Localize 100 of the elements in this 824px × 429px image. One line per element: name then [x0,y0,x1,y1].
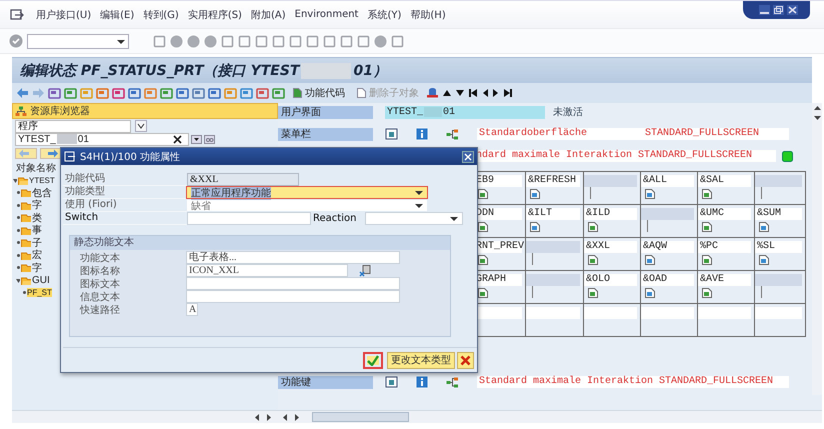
tool-icon[interactable] [256,86,269,100]
expand-arrow-icon[interactable] [12,176,17,184]
function-code[interactable]: %PC [698,241,751,253]
scroll-down-icon[interactable] [814,115,820,121]
tool-icon[interactable] [240,86,253,100]
dropdown-icon[interactable] [191,134,202,144]
function-icon[interactable] [477,221,489,233]
tool-icon[interactable] [192,86,205,100]
function-code[interactable]: &SAL [698,175,751,187]
function-icon[interactable] [644,188,656,200]
scroll-right-icon[interactable] [294,414,300,420]
tree-item[interactable]: YTEST [12,174,55,186]
dropdown-icon[interactable] [117,38,125,44]
function-icon[interactable] [529,188,541,200]
function-icon[interactable] [587,221,599,233]
object-name-field[interactable]: YTEST_ 01 [15,132,189,146]
glasses-icon[interactable] [204,134,215,144]
info-icon[interactable] [416,128,428,140]
tree-item[interactable]: 宏 [12,249,42,262]
function-code[interactable]: &ILT [526,208,580,220]
menu-icon[interactable] [10,8,24,20]
object-type-dropdown[interactable]: 程序 [15,120,131,132]
text-field[interactable] [186,290,400,303]
menu-item[interactable]: 用户接口(U) [36,8,92,22]
text-field[interactable]: Standard maximale Interaktion STANDARD_FULLSCREEN [477,376,789,388]
tool-icon[interactable] [160,86,173,100]
function-code[interactable]: &ILD [584,208,637,220]
tree-item[interactable]: 子 [12,236,42,249]
function-code[interactable]: &ALL [641,175,694,187]
tool-icon[interactable] [176,86,189,100]
hat-icon[interactable] [426,87,439,99]
scroll-thumb[interactable] [312,412,409,422]
toolbar-button[interactable]: 功能代码 [288,86,349,100]
menu-item[interactable]: 实用程序(S) [188,8,242,22]
menu-item[interactable]: 帮助(H) [410,8,446,22]
function-icon[interactable] [587,287,599,299]
close-icon[interactable] [462,150,474,162]
confirm-button[interactable] [363,352,383,368]
previous-icon[interactable] [481,88,489,98]
minimize-icon[interactable] [759,5,770,15]
tool-icon[interactable] [272,86,285,100]
tool-icon[interactable] [96,86,109,100]
clear-icon[interactable] [173,134,182,144]
menu-item[interactable]: Environment [294,9,358,20]
command-field[interactable] [27,34,129,48]
tool-icon[interactable] [144,86,157,100]
function-icon[interactable] [701,287,713,299]
tree-item[interactable]: 字 [12,262,42,274]
tree-item[interactable]: 包含 [12,186,52,199]
menu-item[interactable]: 附加(A) [250,8,286,22]
scroll-up-icon[interactable] [814,105,820,111]
hierarchy-icon[interactable] [446,376,459,388]
dropdown-icon[interactable] [450,216,458,222]
horizontal-scrollbar[interactable] [278,410,822,423]
function-code[interactable]: &OAD [641,274,694,286]
first-page-icon[interactable] [468,88,478,98]
tool-icon[interactable] [208,86,221,100]
function-icon[interactable] [477,287,489,299]
expand-arrow-icon[interactable] [15,276,20,284]
function-icon[interactable] [701,254,713,266]
tree-item[interactable]: 类 [12,212,42,224]
function-icon[interactable] [758,254,770,266]
scroll-left-icon[interactable] [254,414,260,420]
hierarchy-icon[interactable] [446,128,459,140]
tool-icon[interactable] [112,86,125,100]
tree-item[interactable]: 事 [12,224,42,236]
info-icon[interactable] [416,376,428,388]
check-icon[interactable] [9,34,23,48]
tool-icon[interactable] [48,86,61,100]
menu-item[interactable]: 编辑(E) [100,8,134,22]
function-icon[interactable] [644,254,656,266]
frame-icon[interactable] [385,376,398,388]
function-icon[interactable] [477,254,489,266]
menu-item[interactable]: 系统(Y) [367,8,402,22]
up-arrow-icon[interactable] [442,88,452,98]
last-page-icon[interactable] [503,88,513,98]
function-code[interactable]: &AQW [641,241,694,253]
text-field[interactable]: ICON_XXL [186,264,348,277]
restore-icon[interactable] [773,5,784,15]
function-icon[interactable] [701,221,713,233]
function-code[interactable]: &SUM [755,208,802,220]
next-icon[interactable] [492,88,500,98]
text-field[interactable]: 电子表格... [186,251,400,264]
dropdown-field[interactable]: 缺省 [187,200,427,211]
down-arrow-icon[interactable] [455,88,465,98]
dropdown-field[interactable]: 正常应用程序功能 [187,187,427,198]
dropdown-icon[interactable] [135,120,147,132]
function-code[interactable]: &XXL [584,241,637,253]
cancel-button[interactable] [457,352,474,368]
vertical-scrollbar[interactable] [812,103,822,395]
text-field[interactable]: Standardoberfläche STANDARD_FULLSCREEN [477,128,789,140]
text-field[interactable] [186,277,400,290]
function-icon[interactable] [529,221,541,233]
function-icon[interactable] [701,188,713,200]
tree-item[interactable]: GUI [12,274,50,286]
function-icon[interactable] [644,287,656,299]
tree-item[interactable]: 字 [12,199,42,212]
horizontal-scrollbar[interactable] [12,410,278,423]
icon-picker-icon[interactable] [359,264,371,276]
text-field[interactable]: A [186,303,198,316]
